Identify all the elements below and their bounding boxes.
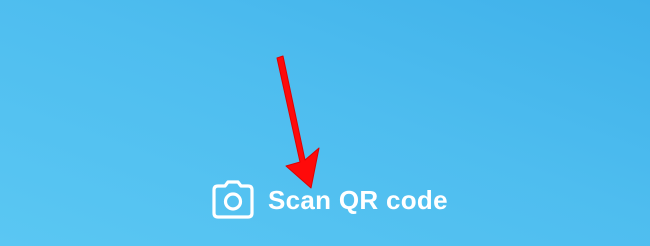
camera-icon [212,180,254,220]
scan-qr-code-label: Scan QR code [268,185,448,215]
scan-qr-code-button[interactable]: Scan QR code [212,178,448,222]
